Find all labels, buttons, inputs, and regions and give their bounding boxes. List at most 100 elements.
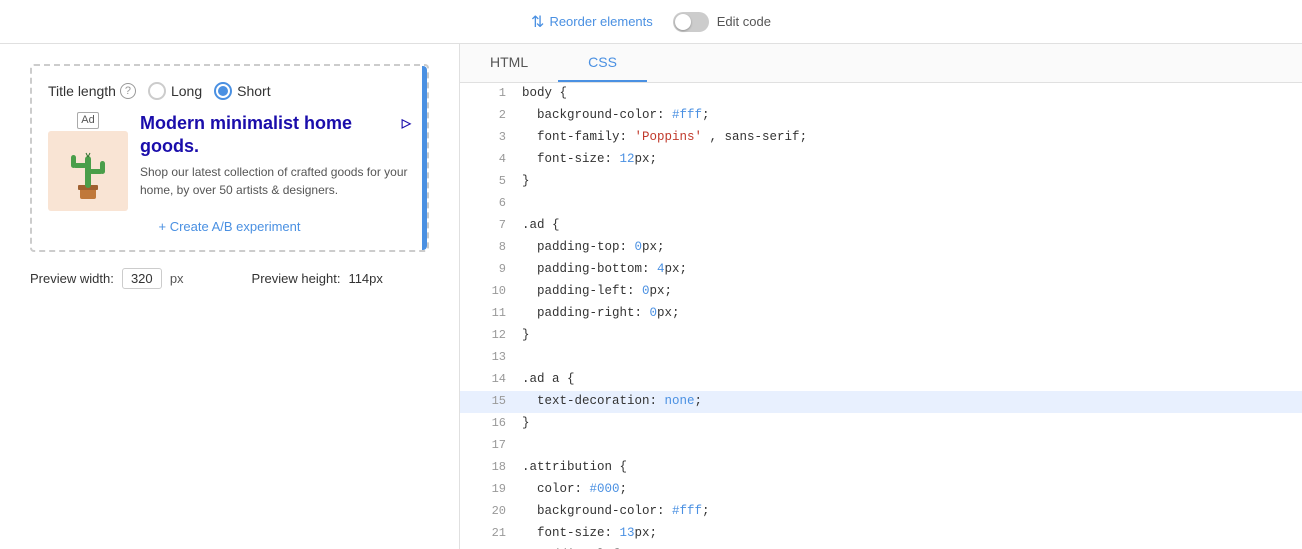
code-text: background-color: #fff; xyxy=(522,501,710,522)
preview-width-label: Preview width: xyxy=(30,271,114,286)
toggle-knob xyxy=(675,14,691,30)
radio-short-outer xyxy=(214,82,232,100)
reorder-label: Reorder elements xyxy=(549,14,652,29)
ad-title: Modern minimalist home goods. ▷ xyxy=(140,112,411,159)
ad-description: Shop our latest collection of crafted go… xyxy=(140,163,411,199)
left-panel: Title length ? Long Short xyxy=(0,44,460,549)
code-tabs: HTML CSS xyxy=(460,44,1302,83)
code-text: font-size: 12px; xyxy=(522,149,657,170)
code-line: 7 .ad { xyxy=(460,215,1302,237)
radio-short-label: Short xyxy=(237,83,270,99)
code-text xyxy=(522,435,530,456)
preview-width-unit: px xyxy=(170,271,184,286)
code-text: font-family: 'Poppins' , sans-serif; xyxy=(522,127,807,148)
code-text: } xyxy=(522,171,530,192)
edit-code-toggle[interactable] xyxy=(673,12,709,32)
line-number: 8 xyxy=(478,237,506,257)
top-bar: ⇅ Reorder elements Edit code xyxy=(0,0,1302,44)
radio-short[interactable]: Short xyxy=(214,82,270,100)
line-number: 16 xyxy=(478,413,506,433)
code-text: color: #000; xyxy=(522,479,627,500)
radio-long-outer xyxy=(148,82,166,100)
code-text: } xyxy=(522,325,530,346)
code-line: 2 background-color: #fff; xyxy=(460,105,1302,127)
radio-long-label: Long xyxy=(171,83,202,99)
line-number: 5 xyxy=(478,171,506,191)
line-number: 6 xyxy=(478,193,506,213)
line-number: 15 xyxy=(478,391,506,411)
right-panel: HTML CSS 1body {2 background-color: #fff… xyxy=(460,44,1302,549)
code-line: 4 font-size: 12px; xyxy=(460,149,1302,171)
code-line: 6 xyxy=(460,193,1302,215)
code-line: 21 font-size: 13px; xyxy=(460,523,1302,545)
line-number: 4 xyxy=(478,149,506,169)
code-line: 13 xyxy=(460,347,1302,369)
code-line: 22 padding-left: 3px; xyxy=(460,545,1302,549)
radio-short-inner xyxy=(218,86,228,96)
code-line: 20 background-color: #fff; xyxy=(460,501,1302,523)
line-number: 1 xyxy=(478,83,506,103)
ad-badge: Ad xyxy=(77,112,98,129)
reorder-icon: ⇅ xyxy=(531,12,544,32)
code-text: background-color: #fff; xyxy=(522,105,710,126)
ad-card: Title length ? Long Short xyxy=(30,64,429,252)
tab-html[interactable]: HTML xyxy=(460,44,558,82)
code-text: .ad { xyxy=(522,215,560,236)
preview-height-value: 114px xyxy=(348,271,382,286)
code-line: 8 padding-top: 0px; xyxy=(460,237,1302,259)
code-line: 18.attribution { xyxy=(460,457,1302,479)
line-number: 20 xyxy=(478,501,506,521)
line-number: 7 xyxy=(478,215,506,235)
line-number: 17 xyxy=(478,435,506,455)
line-number: 14 xyxy=(478,369,506,389)
code-text: padding-bottom: 4px; xyxy=(522,259,687,280)
line-number: 21 xyxy=(478,523,506,543)
help-icon[interactable]: ? xyxy=(120,83,136,99)
line-number: 12 xyxy=(478,325,506,345)
preview-height-label: Preview height: xyxy=(252,271,341,286)
line-number: 22 xyxy=(478,545,506,549)
code-text: padding-top: 0px; xyxy=(522,237,665,258)
title-length-label: Title length ? xyxy=(48,83,136,99)
line-number: 2 xyxy=(478,105,506,125)
create-ab-link[interactable]: + Create A/B experiment xyxy=(48,219,411,234)
code-text xyxy=(522,193,530,214)
code-line: 10 padding-left: 0px; xyxy=(460,281,1302,303)
code-text: padding-left: 0px; xyxy=(522,281,672,302)
code-area[interactable]: 1body {2 background-color: #fff;3 font-f… xyxy=(460,83,1302,549)
main-content: Title length ? Long Short xyxy=(0,44,1302,549)
code-line: 16} xyxy=(460,413,1302,435)
ad-image-area: Ad xyxy=(48,112,128,211)
ad-title-arrow: ▷ xyxy=(402,116,411,132)
code-text: padding-right: 0px; xyxy=(522,303,680,324)
code-line: 1 body { xyxy=(460,83,1302,105)
ad-image xyxy=(48,131,128,211)
code-text: } xyxy=(522,413,530,434)
line-number: 13 xyxy=(478,347,506,367)
code-line: 17 xyxy=(460,435,1302,457)
preview-dims: Preview width: 320 px Preview height: 11… xyxy=(30,268,429,289)
reorder-button[interactable]: ⇅ Reorder elements xyxy=(531,12,653,32)
ad-preview: Ad xyxy=(48,112,411,211)
line-number: 11 xyxy=(478,303,506,323)
code-line: 11 padding-right: 0px; xyxy=(460,303,1302,325)
code-text: text-decoration: none; xyxy=(522,391,702,412)
line-number: 10 xyxy=(478,281,506,301)
code-text: .ad a { xyxy=(522,369,575,390)
code-line: 14 .ad a { xyxy=(460,369,1302,391)
code-line: 19 color: #000; xyxy=(460,479,1302,501)
code-line: 5} xyxy=(460,171,1302,193)
edit-code-toggle-wrap: Edit code xyxy=(673,12,771,32)
line-number: 9 xyxy=(478,259,506,279)
line-number: 19 xyxy=(478,479,506,499)
cactus-svg xyxy=(63,141,113,201)
title-length-row: Title length ? Long Short xyxy=(48,82,411,100)
code-text: body { xyxy=(522,83,567,104)
ad-text-area: Modern minimalist home goods. ▷ Shop our… xyxy=(140,112,411,199)
edit-code-label: Edit code xyxy=(717,14,771,29)
code-text: font-size: 13px; xyxy=(522,523,657,544)
preview-width-value[interactable]: 320 xyxy=(122,268,162,289)
accent-bar xyxy=(422,66,427,250)
tab-css[interactable]: CSS xyxy=(558,44,647,82)
radio-long[interactable]: Long xyxy=(148,82,202,100)
